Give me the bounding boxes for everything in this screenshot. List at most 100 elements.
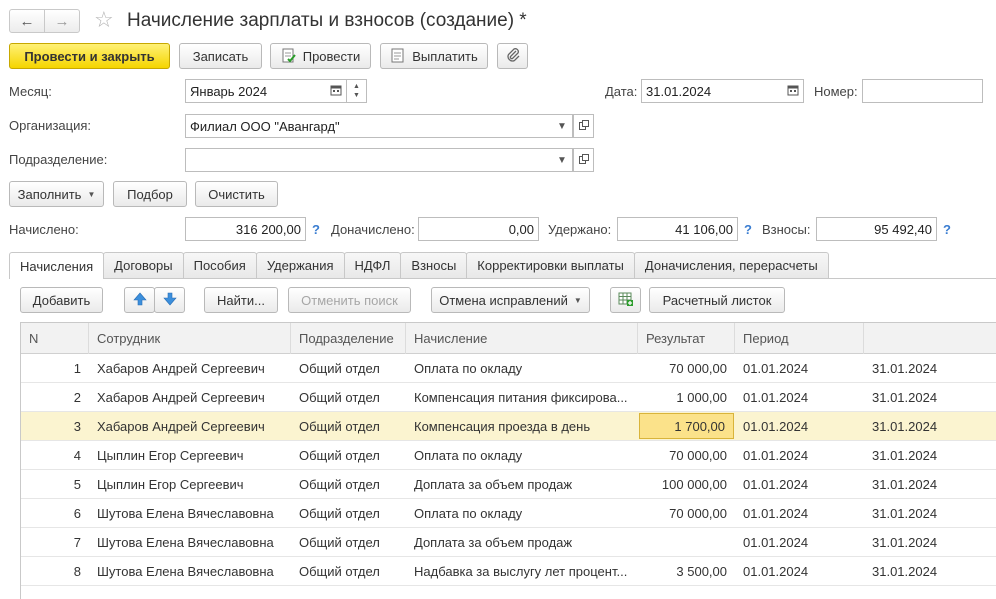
- cell-period-start[interactable]: 01.01.2024: [735, 354, 864, 382]
- tab-benefits[interactable]: Пособия: [182, 252, 257, 278]
- cell-n[interactable]: 3: [21, 412, 89, 440]
- cell-department[interactable]: Общий отдел: [291, 499, 406, 527]
- move-down-button[interactable]: [154, 287, 185, 313]
- cell-period-start[interactable]: 01.01.2024: [735, 499, 864, 527]
- column-header-accrual[interactable]: Начисление: [406, 323, 638, 354]
- cancel-search-button[interactable]: Отменить поиск: [288, 287, 411, 313]
- withheld-help-icon[interactable]: ?: [744, 222, 752, 237]
- cell-period-end[interactable]: 31.01.2024: [864, 528, 996, 556]
- org-input[interactable]: Филиал ООО "Авангард": [185, 114, 553, 138]
- tab-contracts[interactable]: Договоры: [103, 252, 184, 278]
- cell-period-end[interactable]: 31.01.2024: [864, 354, 996, 382]
- cell-n[interactable]: 6: [21, 499, 89, 527]
- cell-period-start[interactable]: 01.01.2024: [735, 412, 864, 440]
- table-row[interactable]: 3 Хабаров Андрей Сергеевич Общий отдел Комп…: [21, 412, 996, 441]
- cell-employee[interactable]: Шутова Елена Вячеславовна: [89, 557, 291, 585]
- cell-period-end[interactable]: 31.01.2024: [864, 557, 996, 585]
- cancel-corrections-button[interactable]: Отмена исправлений ▼: [431, 287, 590, 313]
- spin-down-icon[interactable]: ▼: [353, 91, 360, 100]
- add-row-button[interactable]: Добавить: [20, 287, 103, 313]
- pay-button[interactable]: Выплатить: [380, 43, 488, 69]
- cell-department[interactable]: Общий отдел: [291, 470, 406, 498]
- cell-result[interactable]: 70 000,00: [638, 354, 735, 382]
- star-icon[interactable]: ☆: [94, 8, 114, 32]
- tab-accruals[interactable]: Начисления: [9, 252, 105, 279]
- table-row[interactable]: 4 Цыплин Егор Сергеевич Общий отдел Оплата …: [21, 441, 996, 470]
- tab-recalculations[interactable]: Доначисления, перерасчеты: [633, 252, 829, 278]
- spreadsheet-button[interactable]: [610, 287, 641, 313]
- spin-up-icon[interactable]: ▲: [353, 82, 360, 91]
- move-up-button[interactable]: [124, 287, 155, 313]
- cell-employee[interactable]: Хабаров Андрей Сергеевич: [89, 354, 291, 382]
- tab-payment-corrections[interactable]: Корректировки выплаты: [466, 252, 635, 278]
- column-header-department[interactable]: Подразделение: [291, 323, 406, 354]
- dept-input[interactable]: [185, 148, 553, 172]
- payslip-button[interactable]: Расчетный листок: [649, 287, 785, 313]
- cell-department[interactable]: Общий отдел: [291, 383, 406, 411]
- cell-period-start[interactable]: 01.01.2024: [735, 528, 864, 556]
- table-row[interactable]: 8 Шутова Елена Вячеславовна Общий отдел Над…: [21, 557, 996, 586]
- cell-result[interactable]: 1 000,00: [638, 383, 735, 411]
- month-input[interactable]: Январь 2024: [185, 79, 326, 103]
- cell-period-start[interactable]: 01.01.2024: [735, 557, 864, 585]
- cell-period-end[interactable]: 31.01.2024: [864, 383, 996, 411]
- post-and-close-button[interactable]: Провести и закрыть: [9, 43, 170, 69]
- cell-accrual[interactable]: Доплата за объем продаж: [406, 470, 638, 498]
- cell-employee[interactable]: Шутова Елена Вячеславовна: [89, 499, 291, 527]
- table-row[interactable]: 1 Хабаров Андрей Сергеевич Общий отдел Опла…: [21, 354, 996, 383]
- column-header-employee[interactable]: Сотрудник: [89, 323, 291, 354]
- pick-button[interactable]: Подбор: [113, 181, 187, 207]
- cell-employee[interactable]: Цыплин Егор Сергеевич: [89, 441, 291, 469]
- month-spinner[interactable]: ▲ ▼: [347, 79, 367, 103]
- cell-n[interactable]: 4: [21, 441, 89, 469]
- column-header-n[interactable]: N: [21, 323, 89, 354]
- cell-result[interactable]: 70 000,00: [638, 441, 735, 469]
- table-row[interactable]: 7 Шутова Елена Вячеславовна Общий отдел Доп…: [21, 528, 996, 557]
- cell-department[interactable]: Общий отдел: [291, 354, 406, 382]
- date-calendar-button[interactable]: [782, 79, 804, 103]
- cell-period-end[interactable]: 31.01.2024: [864, 412, 996, 440]
- accrued-help-icon[interactable]: ?: [312, 222, 320, 237]
- fill-button[interactable]: Заполнить ▼: [9, 181, 104, 207]
- cell-employee[interactable]: Хабаров Андрей Сергеевич: [89, 383, 291, 411]
- cell-department[interactable]: Общий отдел: [291, 441, 406, 469]
- table-row[interactable]: 6 Шутова Елена Вячеславовна Общий отдел Опл…: [21, 499, 996, 528]
- cell-employee[interactable]: Хабаров Андрей Сергеевич: [89, 412, 291, 440]
- tab-deductions[interactable]: Удержания: [255, 252, 345, 278]
- cell-period-end[interactable]: 31.01.2024: [864, 441, 996, 469]
- column-header-result[interactable]: Результат: [638, 323, 735, 354]
- cell-department[interactable]: Общий отдел: [291, 412, 406, 440]
- find-button[interactable]: Найти...: [204, 287, 278, 313]
- tab-ndfl[interactable]: НДФЛ: [343, 252, 402, 278]
- cell-period-start[interactable]: 01.01.2024: [735, 470, 864, 498]
- cell-n[interactable]: 7: [21, 528, 89, 556]
- dept-dropdown-button[interactable]: ▼: [552, 148, 573, 172]
- dept-open-button[interactable]: [573, 148, 594, 172]
- cell-n[interactable]: 5: [21, 470, 89, 498]
- cell-accrual[interactable]: Доплата за объем продаж: [406, 528, 638, 556]
- attach-button[interactable]: [497, 43, 528, 69]
- cell-accrual[interactable]: Оплата по окладу: [406, 499, 638, 527]
- column-header-period[interactable]: Период: [735, 323, 864, 354]
- cell-n[interactable]: 1: [21, 354, 89, 382]
- cell-accrual[interactable]: Оплата по окладу: [406, 354, 638, 382]
- cell-accrual[interactable]: Компенсация питания фиксирова...: [406, 383, 638, 411]
- cell-period-end[interactable]: 31.01.2024: [864, 470, 996, 498]
- org-dropdown-button[interactable]: ▼: [552, 114, 573, 138]
- clear-button[interactable]: Очистить: [195, 181, 278, 207]
- cell-department[interactable]: Общий отдел: [291, 557, 406, 585]
- cell-period-start[interactable]: 01.01.2024: [735, 383, 864, 411]
- month-calendar-button[interactable]: [325, 79, 347, 103]
- cell-result[interactable]: 3 500,00: [638, 557, 735, 585]
- cell-n[interactable]: 2: [21, 383, 89, 411]
- save-button[interactable]: Записать: [179, 43, 262, 69]
- cell-period-start[interactable]: 01.01.2024: [735, 441, 864, 469]
- table-row[interactable]: 5 Цыплин Егор Сергеевич Общий отдел Доплата…: [21, 470, 996, 499]
- cell-n[interactable]: 8: [21, 557, 89, 585]
- tab-contributions[interactable]: Взносы: [400, 252, 468, 278]
- cell-employee[interactable]: Цыплин Егор Сергеевич: [89, 470, 291, 498]
- cell-result[interactable]: [638, 528, 735, 556]
- date-input[interactable]: 31.01.2024: [641, 79, 783, 103]
- post-button[interactable]: Провести: [270, 43, 371, 69]
- cell-result[interactable]: 70 000,00: [638, 499, 735, 527]
